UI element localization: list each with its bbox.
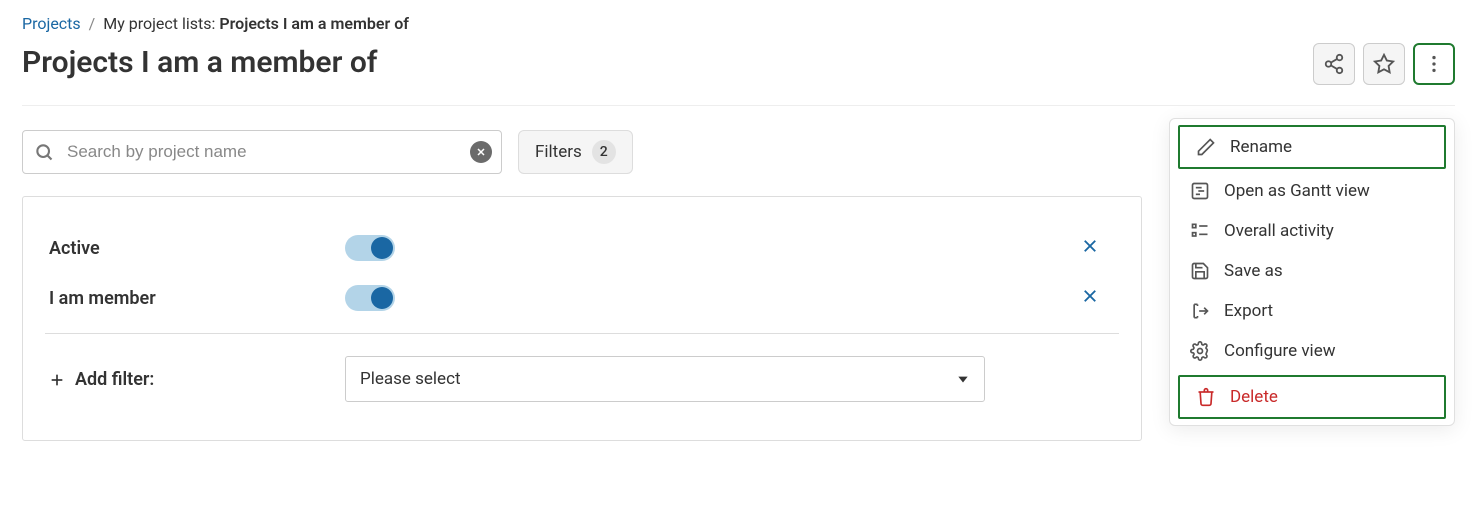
pencil-icon: [1196, 137, 1216, 157]
more-actions-menu: Rename Open as Gantt view Overall activi…: [1169, 118, 1455, 426]
toggle-member[interactable]: [345, 285, 395, 311]
save-icon: [1190, 261, 1210, 281]
share-button[interactable]: [1313, 43, 1355, 85]
chevron-down-icon: [956, 372, 970, 386]
plus-icon: [49, 372, 65, 388]
filter-row-member: I am member: [45, 273, 1119, 323]
kebab-icon: [1423, 53, 1445, 75]
favorite-button[interactable]: [1363, 43, 1405, 85]
search-input[interactable]: [22, 130, 502, 174]
remove-filter-active[interactable]: [1081, 237, 1099, 259]
close-icon: [1081, 287, 1099, 305]
menu-item-saveas[interactable]: Save as: [1174, 251, 1450, 291]
menu-label: Configure view: [1224, 341, 1335, 361]
activity-icon: [1190, 221, 1210, 241]
filter-label-active: Active: [49, 238, 345, 259]
search-icon: [34, 142, 54, 162]
menu-item-gantt[interactable]: Open as Gantt view: [1174, 171, 1450, 211]
clear-search-button[interactable]: [470, 141, 492, 163]
add-filter-label: Add filter:: [49, 369, 345, 390]
menu-item-activity[interactable]: Overall activity: [1174, 211, 1450, 251]
add-filter-select[interactable]: Please select: [345, 356, 985, 402]
page-title: Projects I am a member of: [22, 45, 377, 80]
menu-label: Rename: [1230, 137, 1292, 157]
header-actions: [1313, 43, 1455, 85]
remove-filter-member[interactable]: [1081, 287, 1099, 309]
more-actions-button[interactable]: [1413, 43, 1455, 85]
breadcrumb: Projects / My project lists: Projects I …: [22, 14, 1455, 33]
filters-count-badge: 2: [592, 140, 616, 164]
filter-row-add: Add filter: Please select: [45, 344, 1119, 414]
breadcrumb-prefix: My project lists:: [103, 14, 215, 33]
menu-label: Delete: [1230, 387, 1278, 407]
close-icon: [1081, 237, 1099, 255]
share-icon: [1323, 53, 1345, 75]
menu-label: Export: [1224, 301, 1273, 321]
breadcrumb-separator: /: [89, 14, 96, 33]
breadcrumb-current: Projects I am a member of: [219, 14, 409, 33]
export-icon: [1190, 301, 1210, 321]
menu-label: Save as: [1224, 261, 1283, 281]
filters-button[interactable]: Filters 2: [518, 130, 633, 174]
filter-divider: [45, 333, 1119, 334]
filter-label-member: I am member: [49, 288, 345, 309]
breadcrumb-projects-link[interactable]: Projects: [22, 14, 81, 33]
search-box: [22, 130, 502, 174]
close-icon: [475, 146, 487, 158]
gear-icon: [1190, 341, 1210, 361]
filter-panel: Active I am member Add filter: Please se…: [22, 196, 1142, 441]
menu-label: Open as Gantt view: [1224, 181, 1370, 201]
filters-button-label: Filters: [535, 142, 582, 162]
star-icon: [1373, 53, 1395, 75]
select-placeholder: Please select: [360, 369, 461, 389]
page-header: Projects I am a member of: [22, 43, 1455, 106]
menu-item-rename[interactable]: Rename: [1178, 125, 1446, 169]
menu-item-configure[interactable]: Configure view: [1174, 331, 1450, 371]
menu-item-export[interactable]: Export: [1174, 291, 1450, 331]
toggle-active[interactable]: [345, 235, 395, 261]
filter-row-active: Active: [45, 223, 1119, 273]
menu-label: Overall activity: [1224, 221, 1334, 241]
gantt-icon: [1190, 181, 1210, 201]
trash-icon: [1196, 387, 1216, 407]
menu-item-delete[interactable]: Delete: [1178, 375, 1446, 419]
